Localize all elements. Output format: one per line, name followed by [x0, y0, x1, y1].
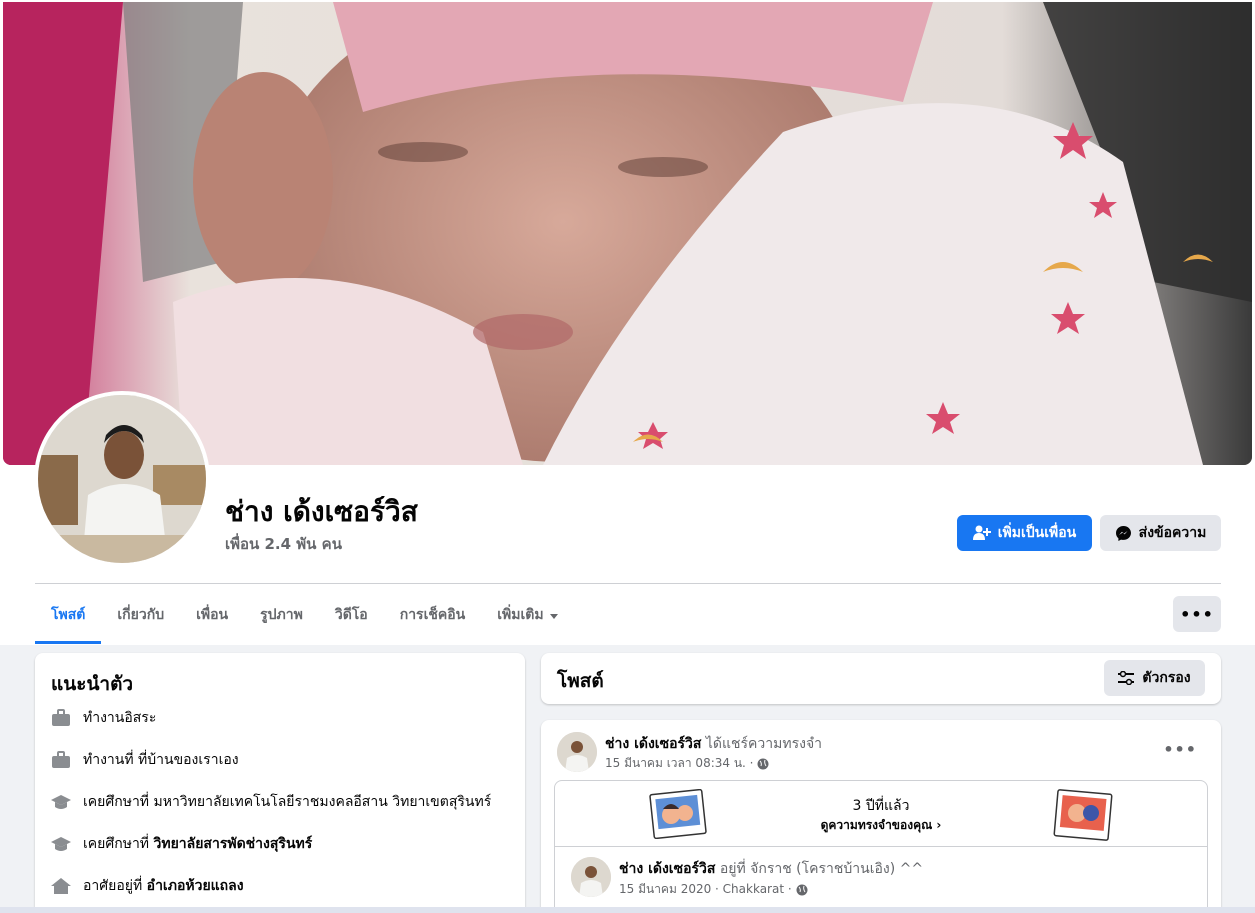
add-friend-button[interactable]: เพิ่มเป็นเพื่อน — [957, 515, 1092, 551]
intro-item-university: เคยศึกษาที่ มหาวิทยาลัยเทคโนโลยีราชมงคลอ… — [51, 790, 491, 814]
intro-item-text: ทำงานที่ ที่บ้านของเราเอง — [83, 752, 239, 768]
post-author-line: ช่าง เด้งเซอร์วิส ได้แชร์ความทรงจำ — [605, 733, 822, 755]
briefcase-icon — [51, 750, 71, 770]
intro-item-workplace: ทำงานที่ ที่บ้านของเราเอง — [51, 748, 239, 772]
post-meta: 15 มีนาคม เวลา 08:34 น. · — [605, 754, 769, 773]
send-message-button[interactable]: ส่งข้อความ — [1100, 515, 1221, 551]
chevron-right-icon: › — [936, 818, 942, 832]
inner-checkin-text: อยู่ที่ จักราช (โคราชบ้านเอิง) ^^ — [715, 861, 924, 877]
tab-more[interactable]: เพิ่มเติม — [481, 586, 573, 644]
profile-name: ช่าง เด้งเซอร์วิส — [225, 495, 418, 528]
messenger-icon — [1115, 525, 1131, 541]
profile-avatar[interactable] — [34, 391, 210, 567]
inner-author-avatar[interactable] — [571, 857, 611, 897]
inner-author-line: ช่าง เด้งเซอร์วิส อยู่ที่ จักราช (โคราชบ… — [619, 858, 923, 880]
intro-item-text: ทำงานอิสระ — [83, 710, 157, 726]
memory-illustration-right — [1053, 789, 1113, 841]
filter-button[interactable]: ตัวกรอง — [1104, 660, 1205, 696]
post-timestamp[interactable]: 15 มีนาคม เวลา 08:34 น. · — [605, 754, 753, 773]
intro-card: แนะนำตัว ทำงานอิสระ ทำงานที่ ที่บ้านของเ… — [35, 653, 525, 913]
intro-item-text: เคยศึกษาที่ วิทยาลัยสารพัดช่างสุรินทร์ — [83, 836, 313, 852]
post-card: ช่าง เด้งเซอร์วิส ได้แชร์ความทรงจำ 15 มี… — [541, 720, 1221, 913]
post-author-name[interactable]: ช่าง เด้งเซอร์วิส — [605, 736, 701, 752]
posts-header: โพสต์ ตัวกรอง — [541, 653, 1221, 704]
inner-timestamp[interactable]: 15 มีนาคม 2020 · Chakkarat · — [619, 880, 792, 899]
graduation-cap-icon — [51, 834, 71, 854]
tab-friends[interactable]: เพื่อน — [180, 586, 244, 644]
add-friend-label: เพิ่มเป็นเพื่อน — [997, 525, 1077, 541]
profile-more-button[interactable]: ••• — [1173, 596, 1221, 632]
intro-title: แนะนำตัว — [51, 673, 134, 695]
profile-header: ช่าง เด้งเซอร์วิส เพื่อน 2.4 พัน คน เพิ่… — [0, 0, 1255, 645]
intro-item-work: ทำงานอิสระ — [51, 706, 156, 730]
tab-checkins[interactable]: การเช็คอิน — [384, 586, 482, 644]
intro-item-college: เคยศึกษาที่ วิทยาลัยสารพัดช่างสุรินทร์ — [51, 832, 312, 856]
inner-meta: 15 มีนาคม 2020 · Chakkarat · — [619, 880, 808, 899]
filter-sliders-icon — [1118, 671, 1135, 685]
globe-icon — [796, 884, 808, 895]
send-message-label: ส่งข้อความ — [1138, 525, 1207, 541]
intro-item-text: อาศัยอยู่ที่ อำเภอห้วยแถลง — [83, 878, 244, 894]
intro-item-text: เคยศึกษาที่ มหาวิทยาลัยเทคโนโลยีราชมงคลอ… — [83, 794, 492, 810]
home-icon — [51, 876, 71, 896]
posts-title: โพสต์ — [557, 670, 604, 692]
filter-label: ตัวกรอง — [1142, 670, 1191, 686]
friend-count[interactable]: เพื่อน 2.4 พัน คน — [225, 532, 342, 556]
tab-posts[interactable]: โพสต์ — [35, 586, 102, 644]
tab-more-label: เพิ่มเติม — [497, 607, 544, 623]
post-author-avatar[interactable] — [557, 732, 597, 772]
graduation-cap-icon — [51, 792, 71, 812]
tab-videos[interactable]: วิดีโอ — [319, 586, 384, 644]
memory-attachment[interactable]: 3 ปีที่แล้ว ดูความทรงจำของคุณ › ช่าง เด้… — [554, 780, 1208, 913]
tab-photos[interactable]: รูปภาพ — [244, 586, 319, 644]
tab-about[interactable]: เกี่ยวกับ — [101, 586, 180, 644]
cover-photo[interactable] — [3, 2, 1252, 465]
post-options-button[interactable]: ••• — [1163, 740, 1197, 759]
inner-author-name[interactable]: ช่าง เด้งเซอร์วิส — [619, 861, 715, 877]
globe-icon — [757, 758, 769, 769]
college-name[interactable]: วิทยาลัยสารพัดช่างสุรินทร์ — [154, 836, 313, 852]
intro-item-lives-in: อาศัยอยู่ที่ อำเภอห้วยแถลง — [51, 874, 244, 898]
add-user-icon — [972, 525, 991, 540]
header-divider — [35, 583, 1221, 584]
window-bottom-edge — [0, 907, 1255, 913]
profile-tabs: โพสต์ เกี่ยวกับ เพื่อน รูปภาพ วิดีโอ การ… — [35, 586, 574, 644]
hometown-name[interactable]: อำเภอห้วยแถลง — [147, 878, 244, 894]
briefcase-icon — [51, 708, 71, 728]
caret-down-icon — [549, 613, 558, 619]
memory-banner: 3 ปีที่แล้ว ดูความทรงจำของคุณ › — [555, 781, 1207, 847]
post-action-text: ได้แชร์ความทรงจำ — [701, 736, 823, 752]
